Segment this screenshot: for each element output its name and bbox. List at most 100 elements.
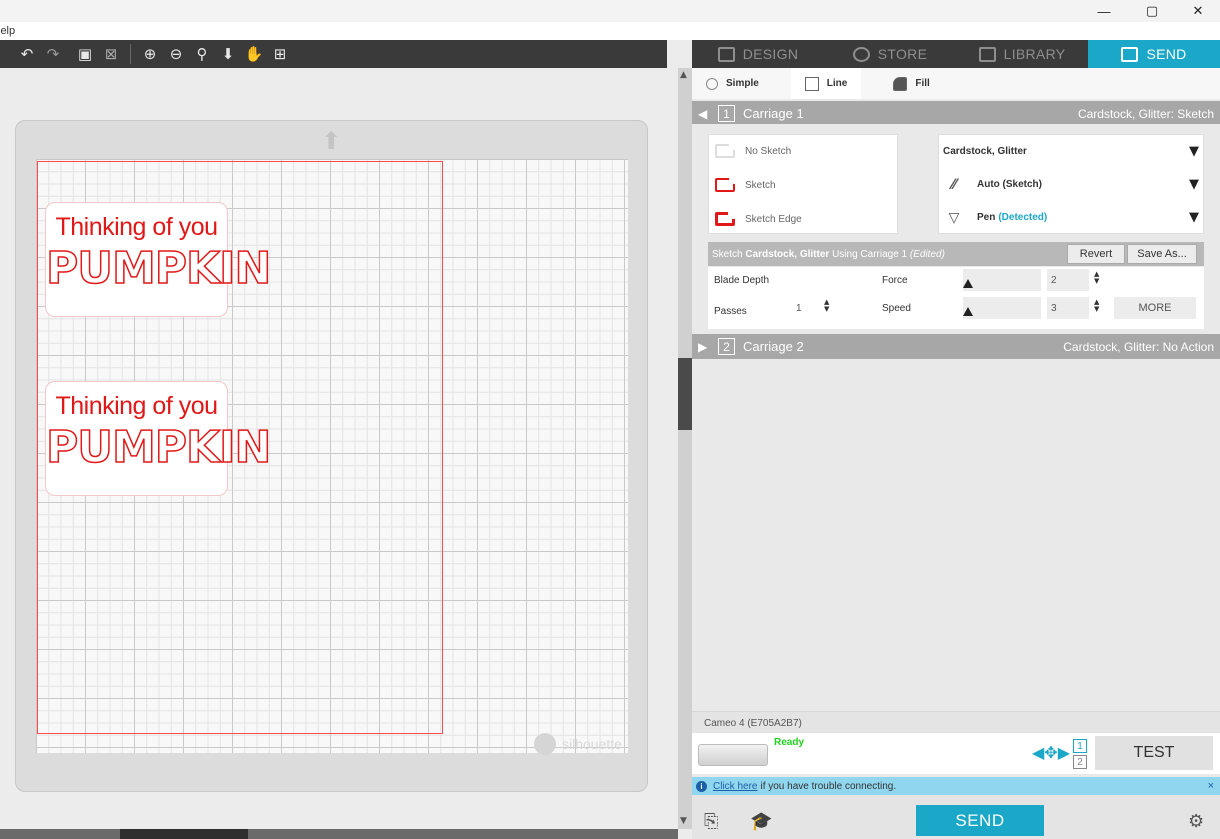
zoom-out-icon[interactable]: ⊖ — [165, 43, 187, 65]
label-text-line1: Thinking of you — [55, 392, 218, 420]
tab-label: DESIGN — [742, 46, 799, 62]
click-here-link[interactable]: Click here — [713, 781, 757, 792]
sketch-options: No Sketch Sketch Sketch Edge — [708, 134, 898, 234]
cutter-machine-icon — [698, 744, 768, 766]
undo-icon[interactable]: ↶ — [16, 43, 38, 65]
test-button[interactable]: TEST — [1095, 736, 1213, 770]
feed-direction-icon: ⬆ — [320, 127, 342, 155]
speed-slider[interactable] — [963, 297, 1041, 319]
carriage-title: Carriage 1 — [743, 106, 804, 121]
option-sketch[interactable]: Sketch — [715, 173, 776, 192]
move-down-icon[interactable]: ⬇ — [217, 43, 239, 65]
radio-icon[interactable] — [706, 77, 718, 90]
edit-toolbar: ↶ ↷ ▣ ⊠ ⊕ ⊖ ⚲ ⬇ ✋ ⊞ — [0, 40, 667, 68]
scroll-up-icon[interactable]: ▲ — [680, 70, 687, 80]
force-stepper-icon[interactable]: ▲ ▼ — [1094, 271, 1099, 285]
slider-thumb[interactable] — [963, 279, 973, 288]
scroll-down-icon[interactable]: ▼ — [680, 816, 687, 826]
restore-button[interactable]: ▢ — [1130, 0, 1174, 22]
mode-line[interactable]: Line — [790, 68, 862, 99]
tab-store[interactable]: STORE — [824, 40, 956, 68]
speed-input[interactable]: 3 — [1047, 297, 1089, 319]
brand-name: silhouette — [562, 736, 622, 752]
option-no-sketch[interactable]: No Sketch — [715, 139, 792, 158]
speed-label: Speed — [882, 303, 911, 314]
mode-label: Fill — [915, 78, 930, 89]
close-window-button[interactable]: ✕ — [1176, 0, 1220, 22]
sketch-edge-icon — [715, 208, 739, 226]
zoom-in-icon[interactable]: ⊕ — [139, 43, 161, 65]
window-title-bar: — ▢ ✕ — [0, 0, 1220, 22]
send-mode-bar: Simple Line Fill — [692, 68, 1220, 99]
vertical-scrollbar[interactable]: ▲ ▼ — [678, 68, 692, 829]
more-button[interactable]: MORE — [1114, 297, 1196, 319]
material-value: Cardstock, Glitter — [943, 146, 1027, 157]
zoom-selection-icon[interactable]: ⚲ — [191, 43, 213, 65]
vertical-scroll-thumb[interactable] — [678, 358, 692, 430]
label-text-line2: PUMPKIN — [45, 421, 272, 474]
dropdown-caret-icon[interactable]: ▼ — [1189, 144, 1199, 159]
mode-label: Simple — [726, 78, 759, 89]
carriage-title: Carriage 2 — [743, 339, 804, 354]
settings-gear-icon[interactable]: ⚙ — [1188, 811, 1204, 832]
speed-stepper-icon[interactable]: ▲ ▼ — [1094, 299, 1099, 313]
option-sketch-edge[interactable]: Sketch Edge — [715, 208, 802, 226]
redo-icon[interactable]: ↷ — [42, 43, 64, 65]
tutorial-cap-icon[interactable]: 🎓 — [750, 811, 772, 832]
tab-send[interactable]: SEND — [1088, 40, 1220, 68]
collapse-arrow-icon[interactable]: ◀ — [698, 107, 710, 121]
tab-design[interactable]: DESIGN — [692, 40, 824, 68]
move-blade-arrows-icon[interactable]: ◀✥▶ — [1032, 743, 1070, 762]
action-dropdown[interactable]: ⁄⁄ Auto (Sketch) ▼ — [939, 168, 1205, 201]
settings-summary-bar: Sketch Cardstock, Glitter Using Carriage… — [708, 242, 1204, 266]
carriage-number: 1 — [718, 105, 735, 122]
force-slider[interactable] — [963, 269, 1041, 291]
tab-label: SEND — [1146, 46, 1187, 62]
library-icon — [978, 46, 996, 62]
horizontal-scrollbar[interactable] — [0, 829, 678, 839]
group-icon[interactable]: ▣ — [74, 43, 96, 65]
send-queue-icon[interactable]: ⎘ — [704, 811, 718, 832]
carriage-2-selector[interactable]: 2 — [1073, 755, 1087, 769]
passes-stepper-icon[interactable]: ▲ ▼ — [824, 299, 829, 313]
mode-fill[interactable]: Fill — [879, 68, 943, 99]
menu-help[interactable]: lelp — [0, 22, 15, 40]
slider-thumb[interactable] — [963, 307, 973, 316]
settings-prefix: Sketch — [712, 248, 743, 260]
close-banner-button[interactable]: × — [1208, 780, 1214, 792]
label-design-2[interactable]: Thinking of you PUMPKIN — [45, 381, 272, 496]
expand-arrow-icon[interactable]: ▶ — [698, 340, 710, 354]
minimize-button[interactable]: — — [1082, 0, 1126, 22]
tab-library[interactable]: LIBRARY — [956, 40, 1088, 68]
dropdown-caret-icon[interactable]: ▼ — [1189, 210, 1199, 225]
device-status-row: Ready ◀✥▶ 1 2 TEST — [692, 733, 1220, 774]
material-selection: Cardstock, Glitter ▼ ⁄⁄ Auto (Sketch) ▼ … — [938, 134, 1204, 234]
device-name: Cameo 4 (E705A2B7) — [692, 711, 1220, 733]
force-input[interactable]: 2 — [1047, 269, 1089, 291]
material-dropdown[interactable]: Cardstock, Glitter ▼ — [939, 135, 1205, 168]
mode-simple[interactable]: Simple — [692, 68, 773, 99]
fit-page-icon[interactable]: ⊞ — [269, 43, 291, 65]
device-status: Ready — [774, 737, 805, 748]
label-design-1[interactable]: Thinking of you PUMPKIN — [45, 202, 272, 317]
pan-hand-icon[interactable]: ✋ — [243, 43, 265, 65]
carriage-2-header[interactable]: ▶ 2 Carriage 2 Cardstock, Glitter: No Ac… — [692, 334, 1220, 359]
option-label: No Sketch — [745, 145, 792, 157]
dropdown-caret-icon[interactable]: ▼ — [1189, 177, 1199, 192]
revert-button[interactable]: Revert — [1067, 244, 1125, 264]
horizontal-scroll-thumb[interactable] — [120, 829, 248, 839]
tool-dropdown[interactable]: ▽ Pen (Detected) ▼ — [939, 201, 1205, 234]
tab-label: LIBRARY — [1003, 46, 1066, 62]
design-canvas[interactable]: ⬆ silhouette Thinking of you PUMPKIN Thi… — [0, 68, 678, 829]
send-button[interactable]: SEND — [916, 805, 1044, 836]
carriage-1-header[interactable]: ◀ 1 Carriage 1 Cardstock, Glitter: Sketc… — [692, 101, 1220, 126]
ungroup-icon[interactable]: ⊠ — [100, 43, 122, 65]
passes-input[interactable]: 1 — [792, 297, 820, 319]
tab-label: STORE — [877, 46, 928, 62]
silhouette-logo-icon — [534, 733, 556, 755]
no-sketch-icon — [715, 139, 740, 158]
carriage-1-selector[interactable]: 1 — [1073, 739, 1087, 753]
tool-value: Pen — [977, 212, 996, 223]
save-as-button[interactable]: Save As... — [1127, 244, 1197, 264]
force-label: Force — [882, 275, 908, 286]
